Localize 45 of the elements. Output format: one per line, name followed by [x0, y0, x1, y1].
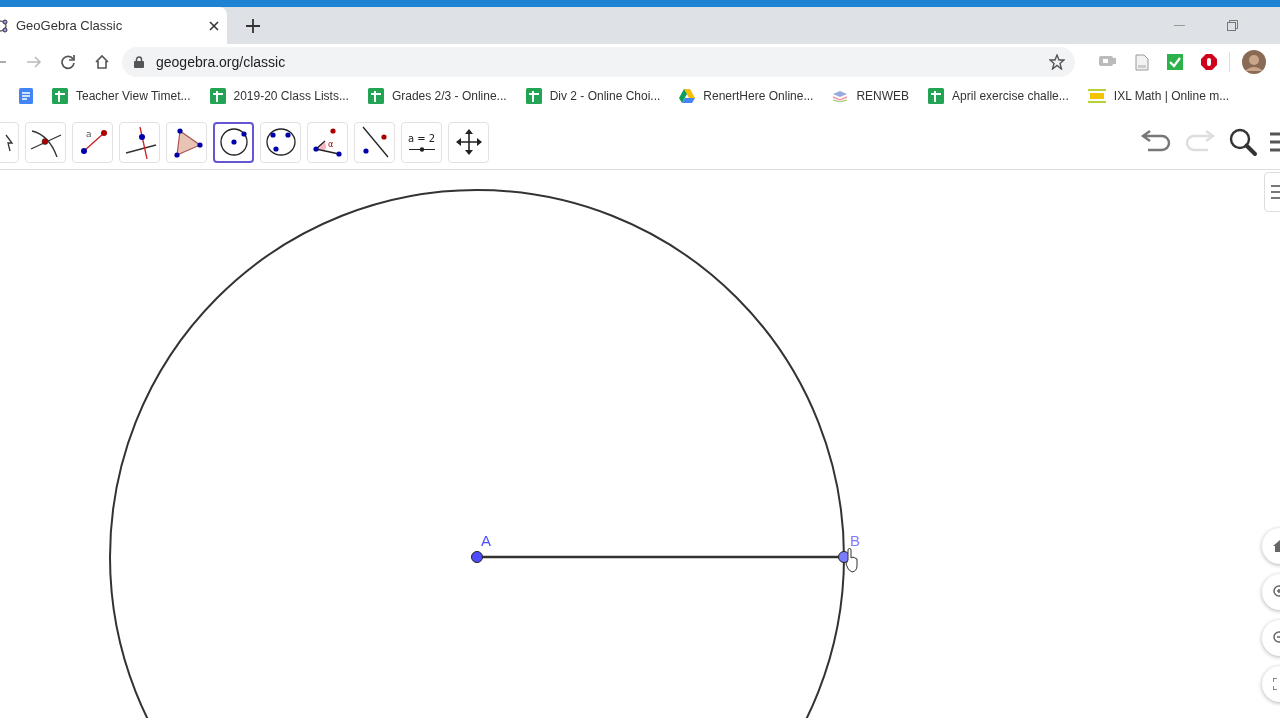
hand-cursor-icon: [845, 548, 858, 573]
spreadsheet-icon: [525, 88, 542, 104]
tool-button[interactable]: [213, 121, 254, 163]
slider-icon: [408, 146, 435, 152]
close-icon[interactable]: [209, 20, 219, 31]
address-field[interactable]: geogebra.org/classic: [122, 47, 1075, 77]
bookmark[interactable]: RENWEB: [832, 89, 910, 103]
tool-button[interactable]: a = 2: [401, 121, 442, 163]
circle-through-points-icon: [263, 125, 298, 159]
point-label: A: [481, 532, 491, 549]
bookmark[interactable]: Teacher View Timet...: [52, 88, 191, 104]
home-icon[interactable]: [94, 54, 110, 70]
search-icon[interactable]: [1228, 127, 1258, 157]
stacked-books-icon: [832, 90, 849, 102]
reload-icon[interactable]: [60, 54, 76, 70]
new-tab-icon[interactable]: [246, 18, 260, 33]
move-arrows-icon: [455, 129, 482, 155]
restore-icon[interactable]: [1227, 20, 1238, 31]
docs-icon: [19, 88, 33, 104]
point-label: B: [850, 532, 860, 549]
spreadsheet-icon: [367, 88, 384, 104]
bookmark-star-icon[interactable]: [1049, 54, 1065, 70]
bookmark[interactable]: IXL Math | Online m...: [1087, 89, 1230, 103]
drive-icon: [679, 89, 696, 103]
spreadsheet-icon: [52, 88, 68, 104]
stop-hand-icon[interactable]: [1201, 54, 1217, 70]
bookmark[interactable]: April exercise challe...: [928, 88, 1069, 104]
bookmark[interactable]: [19, 88, 33, 104]
avatar-icon[interactable]: [1242, 50, 1266, 74]
ixl-icon: [1087, 89, 1106, 103]
bookmark[interactable]: 2019-20 Class Lists...: [209, 88, 349, 104]
geogebra-icon: [0, 18, 8, 33]
bookmark[interactable]: RenertHere Online...: [679, 89, 814, 103]
checkmark-icon[interactable]: [1167, 54, 1183, 70]
spreadsheet-icon: [928, 88, 945, 104]
undo-icon[interactable]: [1140, 130, 1172, 154]
slider-tool-label: a = 2: [407, 132, 436, 144]
bookmark[interactable]: Div 2 - Online Choi...: [525, 88, 661, 104]
point[interactable]: [471, 551, 483, 563]
spreadsheet-icon: [209, 88, 226, 104]
list-icon: [1271, 183, 1280, 201]
lock-icon: [134, 56, 144, 68]
browser-tab[interactable]: GeoGebra Classic: [0, 7, 227, 44]
bookmark[interactable]: Grades 2/3 - Online...: [367, 88, 507, 104]
menu-icon[interactable]: [1270, 131, 1280, 153]
